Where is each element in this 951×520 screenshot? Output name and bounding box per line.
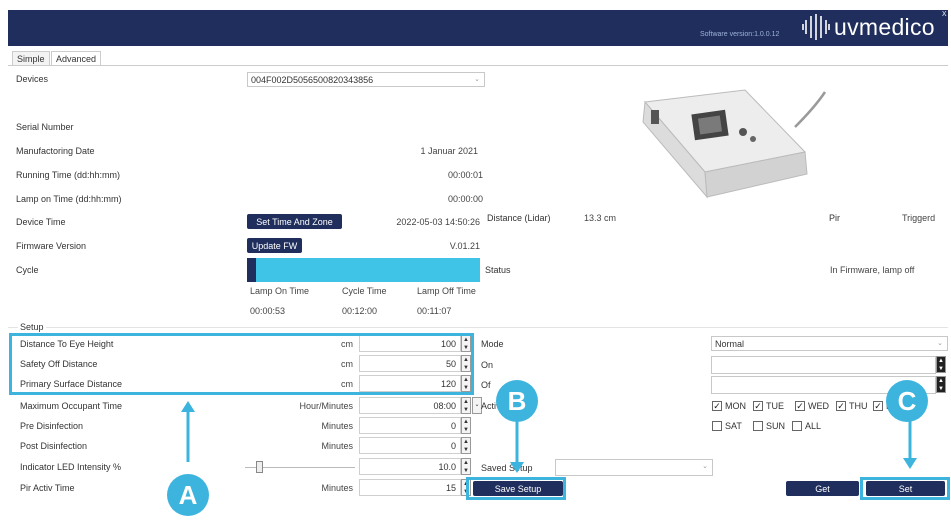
callout-badge-a: A (167, 474, 209, 516)
callout-badge-c: C (886, 380, 928, 422)
callout-badge-b: B (496, 380, 538, 422)
callout-arrows (181, 401, 917, 473)
